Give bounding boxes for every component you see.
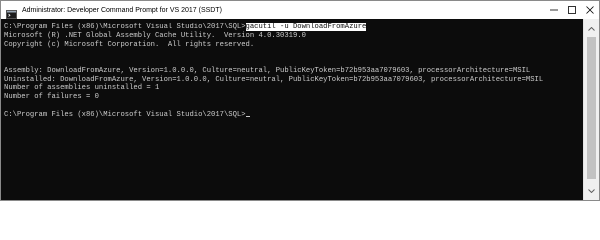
uninstalled-line: Uninstalled: DownloadFromAzure, Version=… — [4, 75, 544, 84]
maximize-button[interactable] — [563, 1, 581, 19]
close-button[interactable] — [581, 1, 599, 19]
copyright-line: Copyright (c) Microsoft Corporation. All… — [4, 40, 255, 49]
uninstalled-count-line: Number of assemblies uninstalled = 1 — [4, 84, 160, 93]
assembly-line: Assembly: DownloadFromAzure, Version=1.0… — [4, 66, 531, 75]
utility-banner: Microsoft (R) .NET Global Assembly Cache… — [4, 31, 306, 40]
command-line: C:\Program Files (x86)\Microsoft Visual … — [4, 23, 582, 32]
prompt-path: C:\Program Files (x86)\Microsoft Visual … — [4, 23, 246, 31]
failures-count-line: Number of failures = 0 — [4, 93, 99, 101]
selected-command-text: gacutil -u DownloadFromAzure — [245, 23, 367, 31]
console-output[interactable]: C:\Program Files (x86)\Microsoft Visual … — [4, 23, 582, 198]
console-app-icon — [6, 6, 17, 19]
current-prompt-line: C:\Program Files (x86)\Microsoft Visual … — [4, 111, 582, 120]
text-cursor — [245, 115, 250, 117]
scrollbar-thumb[interactable] — [587, 37, 596, 179]
command-prompt-window: Administrator: Developer Command Prompt … — [0, 0, 600, 201]
vertical-scrollbar[interactable] — [583, 19, 599, 200]
scroll-up-arrow-icon[interactable] — [584, 21, 599, 36]
window-title: Administrator: Developer Command Prompt … — [22, 6, 222, 14]
prompt-path: C:\Program Files (x86)\Microsoft Visual … — [4, 110, 246, 119]
scroll-down-arrow-icon[interactable] — [584, 183, 599, 198]
minimize-button[interactable] — [545, 1, 563, 19]
title-bar[interactable]: Administrator: Developer Command Prompt … — [1, 1, 599, 19]
